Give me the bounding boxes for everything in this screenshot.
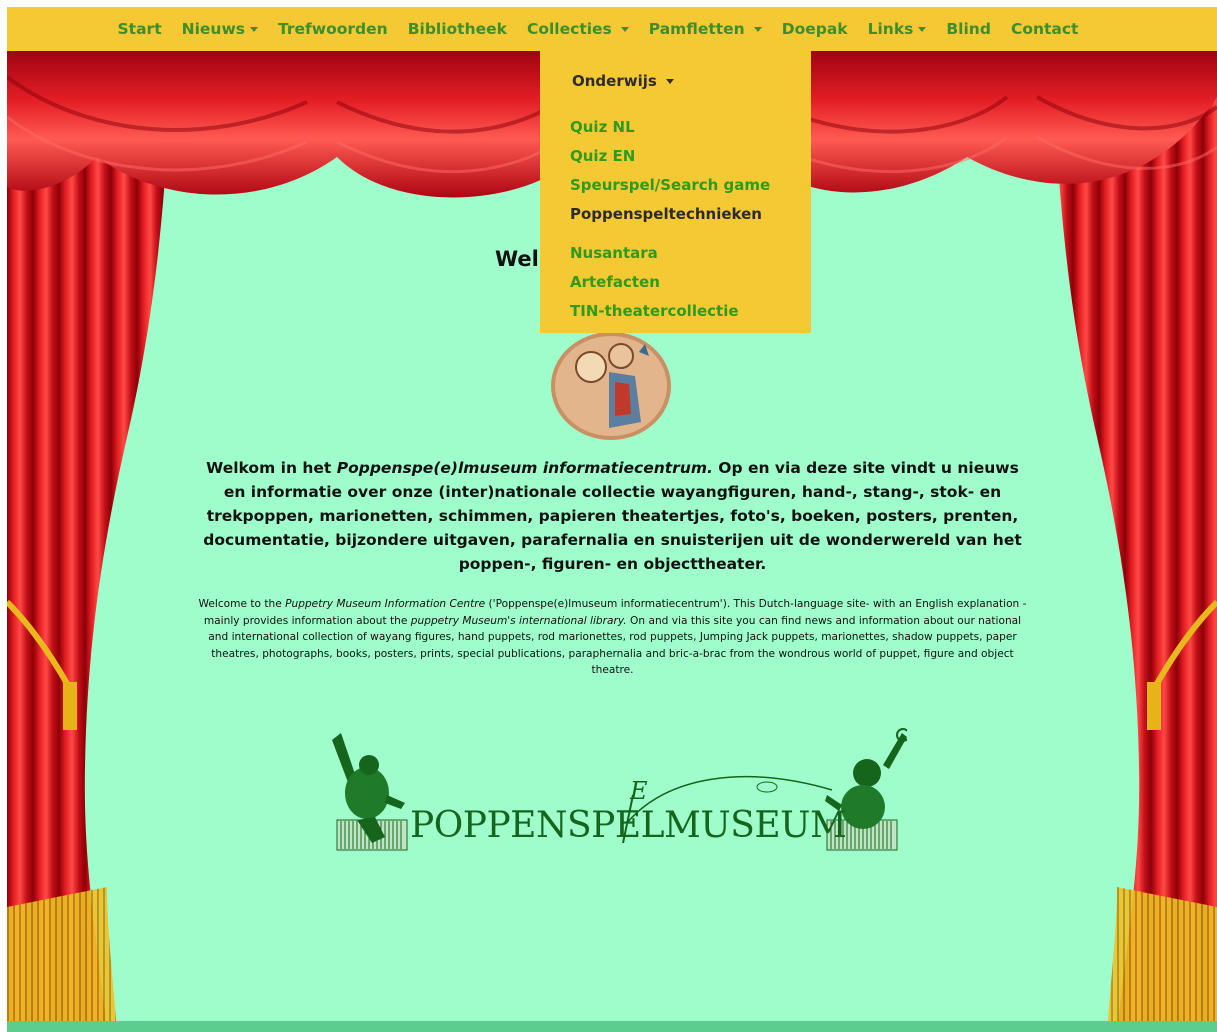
page-frame: Wel Welkom in het Poppenspe(e)lmuseum in… (7, 7, 1217, 1032)
nav-label: Blind (946, 20, 991, 38)
nav-label: Pamfletten (648, 20, 745, 38)
chevron-down-icon (665, 78, 674, 84)
logo-overlay-letter: E (630, 777, 648, 805)
submenu-onderwijs[interactable]: Onderwijs (572, 72, 674, 90)
nav-list: Start Nieuws Trefwoorden Bibliotheek Col… (108, 20, 1089, 38)
nav-item-collecties[interactable]: Collecties (517, 20, 639, 38)
menu-item-tin-theatercollectie[interactable]: TIN-theatercollectie (570, 302, 739, 320)
footer-strip (7, 1021, 1217, 1032)
nav-item-blind[interactable]: Blind (936, 20, 1001, 38)
nav-label: Doepak (781, 20, 848, 38)
menu-item-quiz-en[interactable]: Quiz EN (570, 147, 635, 165)
nav-label: Bibliotheek (407, 20, 507, 38)
menu-item-nusantara[interactable]: Nusantara (570, 244, 658, 262)
submenu-label: Onderwijs (572, 72, 657, 90)
nav-item-bibliotheek[interactable]: Bibliotheek (398, 20, 517, 38)
chevron-down-icon (620, 26, 629, 32)
nav-item-doepak[interactable]: Doepak (772, 20, 858, 38)
logo-wordmark: POPPENSPELMUSEUM (410, 805, 847, 846)
nav-item-nieuws[interactable]: Nieuws (172, 20, 268, 38)
nav-label: Nieuws (181, 20, 245, 38)
menu-item-artefacten[interactable]: Artefacten (570, 273, 660, 291)
puppet-portrait-image (551, 332, 671, 440)
chevron-down-icon (753, 26, 762, 32)
nav-item-links[interactable]: Links (858, 20, 937, 38)
menu-item-poppenspeltechnieken[interactable]: Poppenspeltechnieken (570, 205, 762, 223)
nav-item-start[interactable]: Start (108, 20, 172, 38)
nav-label: Links (867, 20, 914, 38)
main-navbar: Start Nieuws Trefwoorden Bibliotheek Col… (7, 7, 1217, 51)
nav-item-trefwoorden[interactable]: Trefwoorden (268, 20, 398, 38)
chevron-down-icon (250, 26, 258, 32)
nav-label: Collecties (526, 20, 612, 38)
menu-item-speurspel[interactable]: Speurspel/Search game (570, 176, 770, 194)
nav-item-contact[interactable]: Contact (1001, 20, 1089, 38)
collecties-dropdown-menu: Onderwijs Quiz NL Quiz EN Speurspel/Sear… (540, 51, 811, 333)
intro-text-dutch: Welkom in het Poppenspe(e)lmuseum inform… (203, 459, 1022, 573)
nav-label: Contact (1010, 20, 1079, 38)
intro-text-english: Welcome to the Puppetry Museum Informati… (198, 598, 1027, 676)
nav-label: Start (117, 20, 162, 38)
museum-logo: POPPENSPELMUSEUM E (327, 725, 907, 855)
menu-item-quiz-nl[interactable]: Quiz NL (570, 118, 635, 136)
welcome-heading: Wel (495, 247, 539, 271)
nav-item-pamfletten[interactable]: Pamfletten (639, 20, 772, 38)
nav-label: Trefwoorden (278, 20, 388, 38)
chevron-down-icon (918, 26, 927, 32)
